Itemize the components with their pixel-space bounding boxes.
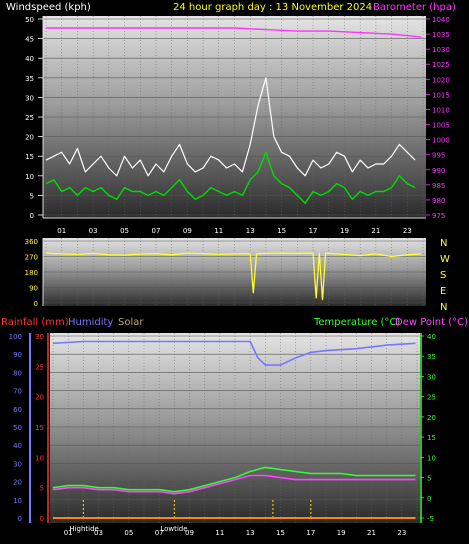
barometer-tick-label: 1000 [432,137,450,145]
temp-x-tick-label: 15 [276,529,285,537]
wind-x-tick-label: 13 [246,227,255,235]
humidity-tick-label: 20 [13,479,22,487]
temp-x-tick-label: 11 [215,529,224,537]
barometer-tick-label: 1025 [432,61,450,69]
temp-x-tick-label: 17 [306,529,315,537]
temp-tick-label: -5 [427,515,434,523]
wind-x-tick-label: 03 [89,227,98,235]
rain-tick-label: 25 [35,363,44,371]
rain-tick-label: 30 [35,333,44,341]
temp-panel-bg [50,333,420,523]
rain-tick-label: 10 [35,454,44,462]
temp-tick-label: 10 [427,454,436,462]
temp-x-tick-label: 19 [337,529,346,537]
tide-label: Hightide [69,525,99,533]
wind-x-tick-label: 05 [120,227,129,235]
temp-tick-label: 40 [427,333,436,341]
wind-tick-label: 45 [25,36,34,44]
compass-label: W [440,254,450,265]
barometer-tick-label: 990 [432,167,445,175]
wind-tick-label: 5 [30,192,34,200]
rain-tick-label: 15 [35,424,44,432]
humidity-tick-label: 30 [13,460,22,468]
temp-tick-label: 0 [427,495,431,503]
wind-tick-label: 20 [25,134,34,142]
wind-tick-label: 10 [25,173,34,181]
barometer-tick-label: 975 [432,212,445,220]
rain-tick-label: 20 [35,394,44,402]
wind-x-tick-label: 17 [309,227,318,235]
wind-x-tick-label: 19 [340,227,349,235]
humidity-tick-label: 10 [13,497,22,505]
temp-x-tick-label: 13 [246,529,255,537]
chart-title: 24 hour graph day : 13 November 2024 [173,2,372,13]
wind-x-tick-label: 21 [371,227,380,235]
barometer-tick-label: 1030 [432,46,450,54]
windspeed-axis-title: Windspeed (kph) [6,2,91,13]
weather-chart: Windspeed (kph) 24 hour graph day : 13 N… [1,2,468,537]
humidity-tick-label: 40 [13,442,22,450]
barometer-tick-label: 1005 [432,122,450,130]
wind-tick-label: 0 [30,212,34,220]
direction-tick-label: 270 [25,254,38,262]
direction-tick-label: 180 [25,269,38,277]
humidity-tick-label: 0 [18,515,22,523]
wind-x-tick-label: 15 [277,227,286,235]
humidity-tick-label: 60 [13,406,22,414]
wind-tick-label: 40 [25,55,34,63]
wind-x-tick-label: 07 [151,227,160,235]
temp-x-tick-label: 05 [124,529,133,537]
wind-x-tick-label: 11 [214,227,223,235]
compass-label: E [440,286,446,297]
barometer-tick-label: 980 [432,197,445,205]
humidity-tick-label: 90 [13,351,22,359]
direction-tick-label: 0 [34,300,38,308]
wind-x-tick-label: 09 [183,227,192,235]
humidity-tick-label: 100 [9,333,22,341]
temp-tick-label: 35 [427,353,436,361]
compass-label: S [440,270,446,281]
barometer-tick-label: 995 [432,152,445,160]
temp-x-tick-label: 21 [367,529,376,537]
tide-label: Lowtide [160,525,187,533]
barometer-tick-label: 985 [432,182,445,190]
barometer-tick-label: 1035 [432,31,450,39]
wind-tick-label: 15 [25,153,34,161]
barometer-tick-label: 1040 [432,16,450,24]
direction-tick-label: 360 [25,238,38,246]
barometer-tick-label: 1015 [432,91,450,99]
wind-x-tick-label: 01 [57,227,66,235]
rain-tick-label: 5 [40,485,44,493]
barometer-tick-label: 1010 [432,106,450,114]
legend-humidity: Humidity [68,317,113,328]
wind-tick-label: 50 [25,16,34,24]
temp-tick-label: 15 [427,434,436,442]
temp-tick-label: 25 [427,394,436,402]
temp-tick-label: 30 [427,373,436,381]
wind-tick-label: 35 [25,75,34,83]
rain-tick-label: 0 [40,515,44,523]
legend-dewpoint: Dew Point (°C) [395,317,468,328]
wind-tick-label: 30 [25,94,34,102]
barometer-tick-label: 1020 [432,76,450,84]
temp-tick-label: 5 [427,475,431,483]
humidity-tick-label: 50 [13,424,22,432]
legend-rainfall: Rainfall (mm) [1,317,69,328]
legend-temperature: Temperature (°C) [313,317,400,328]
compass-label: N [440,238,447,249]
humidity-tick-label: 70 [13,388,22,396]
wind-tick-label: 25 [25,114,34,122]
wind-x-tick-label: 23 [403,227,412,235]
legend-solar: Solar [118,317,144,328]
direction-tick-label: 90 [29,285,38,293]
compass-label: N [440,302,447,313]
temp-x-tick-label: 23 [397,529,406,537]
humidity-tick-label: 80 [13,369,22,377]
barometer-axis-title: Barometer (hpa) [373,2,456,13]
temp-tick-label: 20 [427,414,436,422]
